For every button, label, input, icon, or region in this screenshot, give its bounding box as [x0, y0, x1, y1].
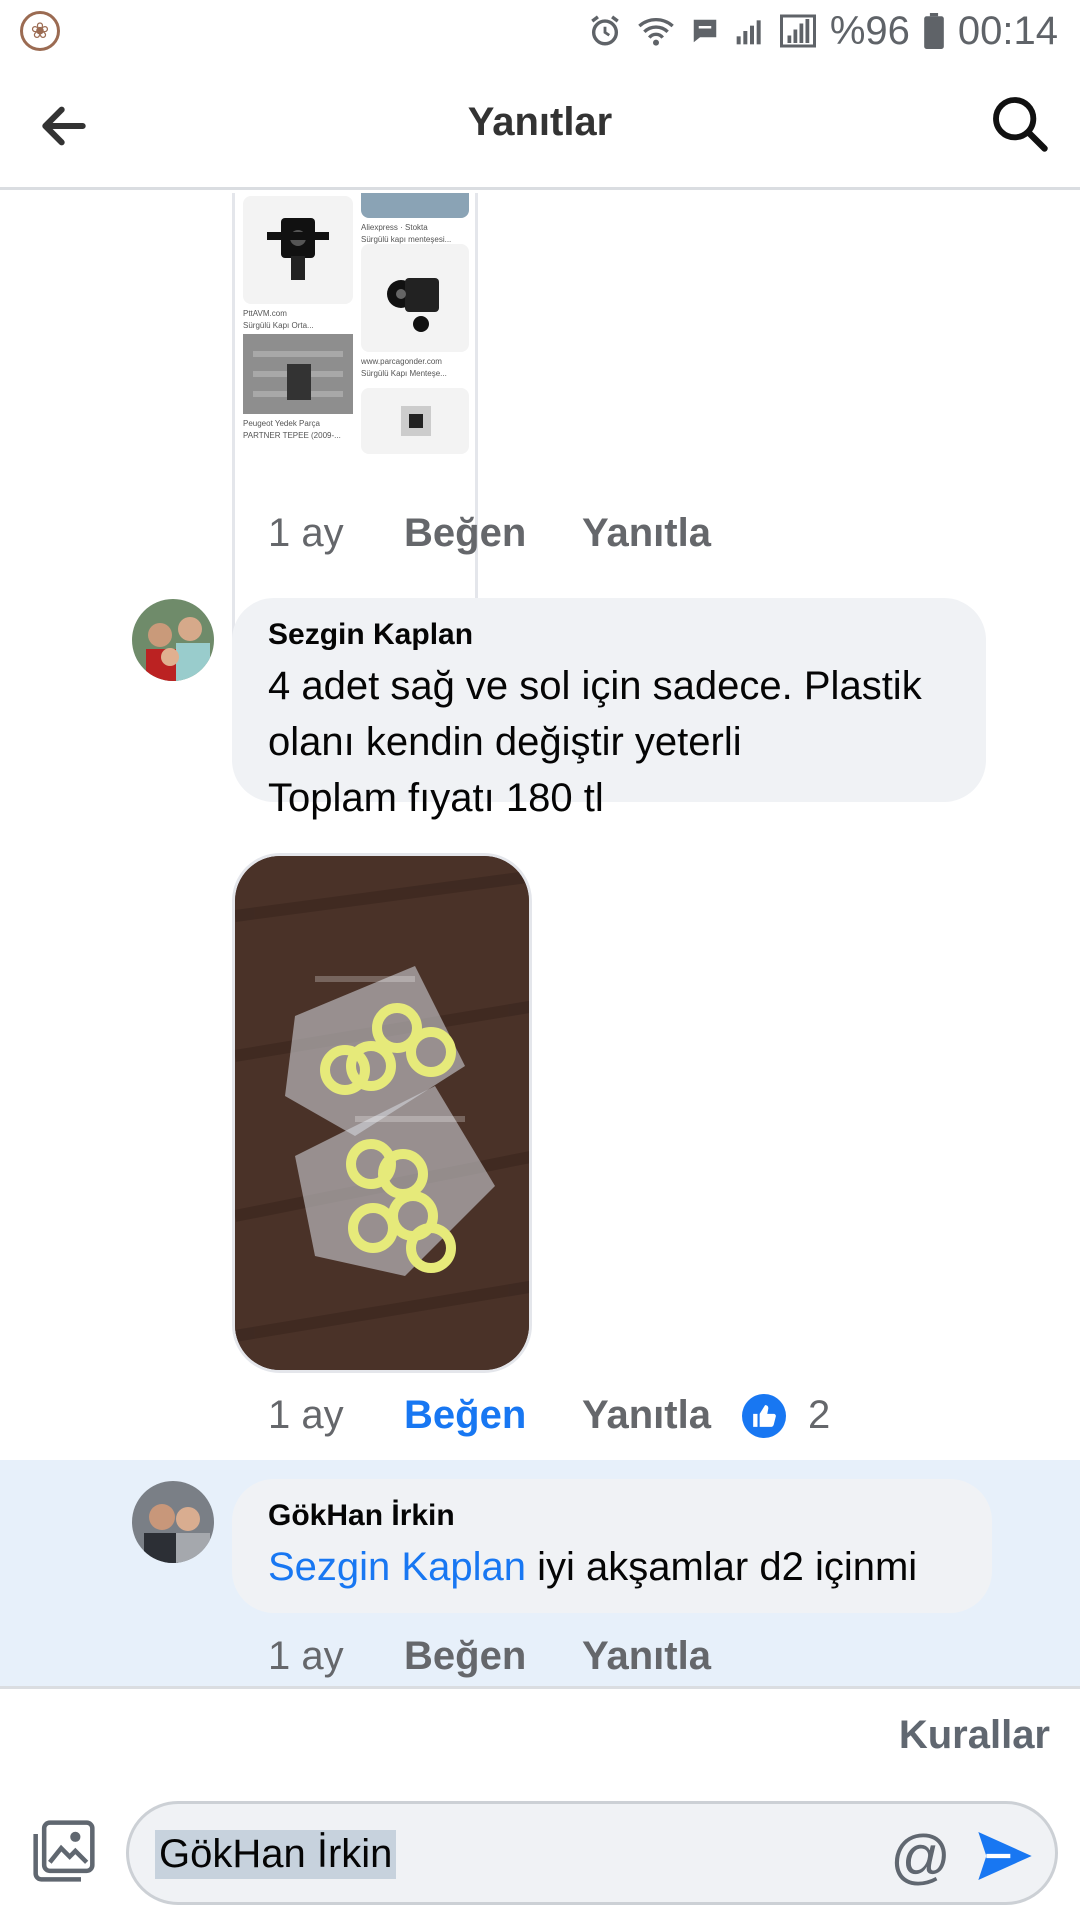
comment-actions: 1 ay Beğen Yanıtla 2: [268, 1393, 830, 1438]
mention-link[interactable]: Sezgin Kaplan: [268, 1545, 526, 1589]
message-icon: [693, 19, 717, 43]
signal-icon-2: [779, 14, 816, 48]
reaction-count: 2: [808, 1393, 831, 1437]
thumbs-up-icon: [742, 1393, 786, 1438]
thumb-caption: Peugeot Yedek Parça: [243, 419, 320, 428]
reply-button[interactable]: Yanıtla: [582, 511, 742, 556]
search-icon[interactable]: [988, 92, 1052, 156]
comment-composer: Kurallar GökHan İrkin @: [0, 1686, 1080, 1920]
thumb-caption: Sürgülü Kapı Menteşe...: [361, 369, 447, 378]
comment-author[interactable]: Sezgin Kaplan: [268, 618, 950, 652]
thumb-caption: PARTNER TEPEE (2009-...: [243, 431, 341, 440]
alarm-icon: [591, 15, 619, 46]
reply-button[interactable]: Yanıtla: [582, 1393, 742, 1438]
thumb-car-photo: [361, 193, 469, 218]
reaction-summary[interactable]: 2: [742, 1393, 830, 1438]
comment-input[interactable]: GökHan İrkin @: [126, 1801, 1058, 1905]
thumb-part-4: [361, 388, 469, 454]
comment-author[interactable]: GökHan İrkin: [268, 1499, 956, 1533]
thumb-caption: www.parcagonder.com: [361, 357, 442, 366]
comment-body: iyi akşamlar d2 içinmi: [525, 1545, 918, 1589]
status-bar: ❀ %96 00:14: [0, 0, 1080, 62]
comment-bubble[interactable]: Sezgin Kaplan 4 adet sağ ve sol için sad…: [232, 598, 986, 820]
battery-icon: [924, 13, 944, 49]
mention-at-icon[interactable]: @: [890, 1822, 951, 1891]
replies-list: Aliexpress · Stokta Sürgülü kapı menteşe…: [0, 193, 1080, 1688]
reply-button[interactable]: Yanıtla: [582, 1634, 742, 1679]
thumb-caption: Aliexpress · Stokta: [361, 223, 428, 232]
signal-icon: [736, 20, 761, 45]
comment-time: 1 ay: [268, 511, 344, 555]
clock: 00:14: [957, 8, 1058, 53]
battery-percent: %96: [829, 8, 910, 53]
rose-app-icon: ❀: [20, 11, 60, 51]
comment-time: 1 ay: [268, 1393, 344, 1437]
thumb-part-2: [361, 244, 469, 352]
avatar[interactable]: [132, 599, 214, 681]
screenshot-grid: Aliexpress · Stokta Sürgülü kapı menteşe…: [243, 193, 471, 646]
comment-time: 1 ay: [268, 1634, 344, 1678]
like-button[interactable]: Beğen: [404, 511, 582, 556]
comment-actions: 1 ay Beğen Yanıtla: [268, 1634, 742, 1679]
comment-photo[interactable]: [232, 853, 532, 1373]
thumb-caption: PttAVM.com: [243, 309, 287, 318]
comment-text: Sezgin Kaplan iyi akşamlar d2 içinmi: [268, 1539, 956, 1595]
comment-text: 4 adet sağ ve sol için sadece. Plastik o…: [268, 664, 922, 820]
rules-link[interactable]: Kurallar: [899, 1713, 1050, 1758]
like-button[interactable]: Beğen: [404, 1634, 582, 1679]
comment-bubble[interactable]: GökHan İrkin Sezgin Kaplan iyi akşamlar …: [232, 1479, 992, 1613]
comment-input-value[interactable]: GökHan İrkin: [155, 1830, 397, 1879]
app-header: Yanıtlar: [0, 62, 1080, 190]
thumb-part-1: [243, 196, 353, 304]
page-title: Yanıtlar: [467, 100, 613, 144]
comment-actions: 1 ay Beğen Yanıtla: [268, 511, 742, 556]
send-icon[interactable]: [973, 1824, 1037, 1888]
status-icons: %96 00:14: [588, 9, 1058, 54]
like-button[interactable]: Beğen: [404, 1393, 582, 1438]
avatar[interactable]: [132, 1481, 214, 1563]
wifi-icon: [638, 18, 674, 46]
thumb-part-3: [243, 334, 353, 414]
thumb-caption: Sürgülü Kapı Orta...: [243, 321, 314, 330]
photo-icon[interactable]: [30, 1817, 98, 1885]
